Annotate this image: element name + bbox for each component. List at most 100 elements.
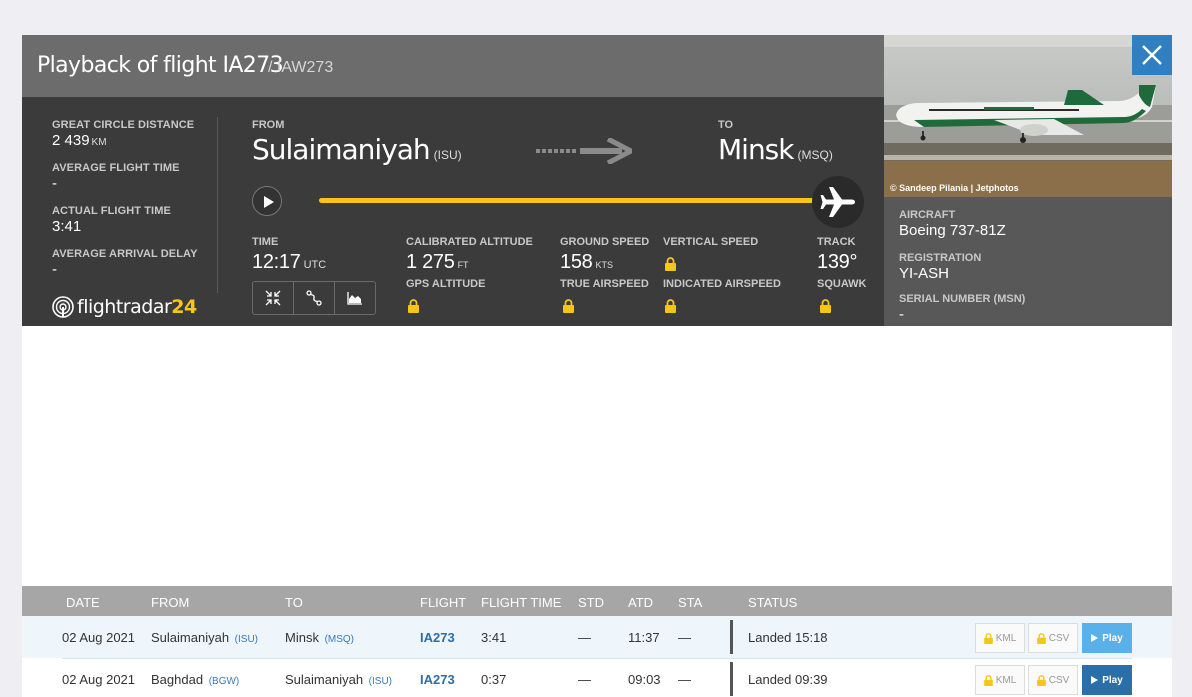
table-row[interactable]: 02 Aug 2021 Sulaimaniyah (ISU) Minsk (MS… [22, 616, 1172, 658]
row-status: Landed 15:18 [748, 630, 828, 645]
serial-number-value: - [899, 306, 904, 323]
csv-button[interactable]: CSV [1028, 623, 1078, 653]
from-city: Sulaimaniyah (ISU) [252, 133, 462, 166]
lock-icon [665, 257, 676, 271]
row-play-button[interactable]: Play [1082, 665, 1132, 695]
close-button[interactable] [1132, 35, 1172, 75]
title-bar: Playback of flight IA273 / IAW273 [22, 35, 884, 97]
row-flight-link[interactable]: IA273 [420, 630, 455, 645]
row-date: 02 Aug 2021 [62, 672, 136, 687]
lock-icon [1036, 674, 1046, 686]
to-city: Minsk (MSQ) [718, 133, 833, 166]
lock-icon [408, 299, 419, 313]
row-from: Sulaimaniyah (ISU) [151, 630, 259, 645]
ground-speed-value: 158 KTS [560, 251, 613, 273]
logo-text: flightradar24 [77, 296, 197, 318]
playback-progress-fill [319, 198, 829, 203]
col-std: STD [578, 595, 604, 610]
aircraft-label: AIRCRAFT [899, 209, 956, 221]
flight-info-panel: Playback of flight IA273 / IAW273 GREAT … [22, 35, 884, 326]
track-label: TRACK [817, 236, 856, 248]
play-icon [1091, 676, 1099, 684]
distance-value: 2 439 KM [52, 132, 107, 149]
lock-icon [983, 674, 993, 686]
lock-icon [983, 632, 993, 644]
row-status: Landed 09:39 [748, 672, 828, 687]
row-flight-time: 0:37 [481, 672, 507, 687]
actual-flight-time-value: 3:41 [52, 218, 82, 235]
registration-value: YI-ASH [899, 265, 950, 282]
play-button[interactable] [252, 186, 282, 216]
collapse-icon [265, 290, 281, 306]
playback-modal: Playback of flight IA273 / IAW273 GREAT … [22, 35, 1172, 697]
col-status: STATUS [748, 595, 798, 610]
route-arrow-icon [536, 138, 632, 164]
true-airspeed-label: TRUE AIRSPEED [560, 278, 649, 290]
col-flight: FLIGHT [420, 595, 467, 610]
from-label: FROM [252, 119, 285, 131]
squawk-label: SQUAWK [817, 278, 867, 290]
avg-arrival-delay-label: AVERAGE ARRIVAL DELAY [52, 248, 198, 260]
callsign-subtitle: / IAW273 [268, 59, 334, 76]
row-flight-link[interactable]: IA273 [420, 672, 455, 687]
page-title: Playback of flight IA273 [37, 53, 284, 78]
collapse-view-button[interactable] [253, 282, 294, 314]
row-date: 02 Aug 2021 [62, 630, 136, 645]
ground-speed-label: GROUND SPEED [560, 236, 650, 248]
route-icon [306, 290, 322, 306]
kml-button[interactable]: KML [975, 665, 1025, 695]
row-divider [62, 658, 1132, 659]
indicated-airspeed-label: INDICATED AIRSPEED [663, 278, 781, 290]
row-std: — [578, 630, 591, 645]
row-flight-time: 3:41 [481, 630, 507, 645]
serial-number-label: SERIAL NUMBER (MSN) [899, 293, 1026, 305]
row-to: Sulaimaniyah (ISU) [285, 672, 393, 687]
avg-flight-time-label: AVERAGE FLIGHT TIME [52, 162, 180, 174]
row-play-button[interactable]: Play [1082, 623, 1132, 653]
actual-flight-time-label: ACTUAL FLIGHT TIME [52, 205, 171, 217]
play-icon [1091, 634, 1099, 642]
chart-view-button[interactable] [335, 282, 375, 314]
calibrated-altitude-value: 1 275 FT [406, 251, 469, 273]
track-value: 139° [817, 251, 858, 273]
divider [217, 117, 218, 293]
photo-credit: © Sandeep Pilania | Jetphotos [890, 183, 1019, 193]
table-header: DATE FROM TO FLIGHT FLIGHT TIME STD ATD … [22, 586, 1172, 616]
kml-button[interactable]: KML [975, 623, 1025, 653]
radar-icon [52, 296, 74, 318]
close-icon [1142, 45, 1162, 65]
table-row[interactable]: 02 Aug 2021 Baghdad (BGW) Sulaimaniyah (… [22, 658, 1172, 697]
avg-flight-time-value: - [52, 175, 57, 192]
route-view-button[interactable] [294, 282, 335, 314]
col-from: FROM [151, 595, 190, 610]
chart-icon [347, 292, 362, 305]
row-from: Baghdad (BGW) [151, 672, 240, 687]
col-sta: STA [678, 595, 703, 610]
airplane-icon [820, 187, 855, 217]
lock-icon [820, 299, 831, 313]
distance-label: GREAT CIRCLE DISTANCE [52, 119, 195, 131]
aircraft-photo: © Sandeep Pilania | Jetphotos [884, 35, 1172, 197]
flight-history-table: DATE FROM TO FLIGHT FLIGHT TIME STD ATD … [22, 586, 1172, 697]
row-atd: 11:37 [628, 630, 660, 645]
playback-handle[interactable] [812, 176, 864, 228]
avg-arrival-delay-value: - [52, 261, 57, 278]
row-to: Minsk (MSQ) [285, 630, 355, 645]
col-date: DATE [66, 595, 100, 610]
play-icon [264, 196, 274, 208]
row-sta: — [678, 630, 691, 645]
time-value: 12:17 UTC [252, 251, 327, 273]
vertical-speed-label: VERTICAL SPEED [663, 236, 759, 248]
status-indicator [730, 620, 733, 654]
to-label: TO [718, 119, 734, 131]
status-indicator [730, 662, 733, 696]
row-sta: — [678, 672, 691, 687]
csv-button[interactable]: CSV [1028, 665, 1078, 695]
lock-icon [665, 299, 676, 313]
aircraft-value: Boeing 737-81Z [899, 222, 1006, 239]
col-atd: ATD [628, 595, 654, 610]
col-flight-time: FLIGHT TIME [481, 595, 562, 610]
gps-altitude-label: GPS ALTITUDE [406, 278, 486, 290]
playback-progress-track[interactable] [319, 198, 829, 203]
col-to: TO [285, 595, 303, 610]
